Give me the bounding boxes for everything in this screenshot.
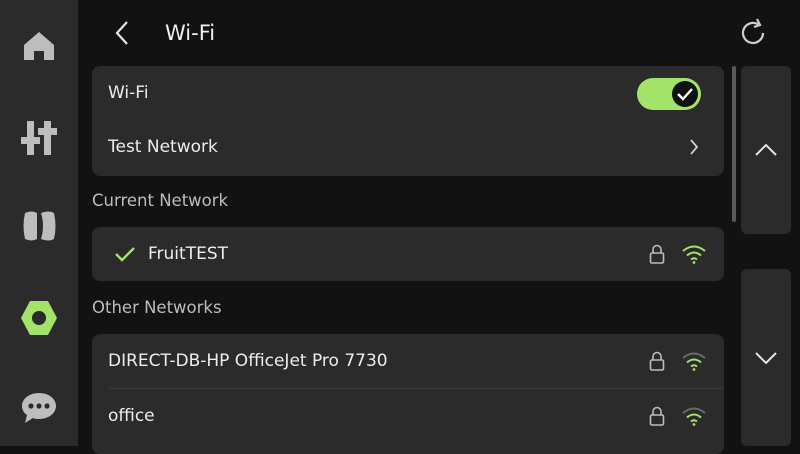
wifi-signal-icon bbox=[682, 352, 706, 371]
chevron-right-icon bbox=[684, 135, 704, 159]
lock-icon bbox=[649, 244, 665, 264]
chevron-up-icon bbox=[755, 143, 777, 156]
network-ssid: office bbox=[108, 406, 155, 426]
wifi-toggle[interactable] bbox=[637, 78, 701, 110]
scroll-up-button[interactable] bbox=[741, 66, 791, 234]
sidebar-item-settings[interactable] bbox=[0, 288, 78, 348]
network-list-item[interactable]: office bbox=[92, 389, 724, 443]
network-ssid: DIRECT-DB-HP OfficeJet Pro 7730 bbox=[108, 351, 388, 371]
other-networks-heading: Other Networks bbox=[92, 298, 222, 317]
toggle-knob bbox=[672, 81, 698, 107]
sidebar-item-controls[interactable] bbox=[0, 108, 78, 168]
checkmark-icon bbox=[677, 88, 693, 101]
chevron-left-icon bbox=[115, 21, 128, 45]
connected-check-icon bbox=[115, 247, 135, 262]
list-scrollbar[interactable] bbox=[732, 66, 736, 222]
sidebar-item-filament[interactable] bbox=[0, 196, 78, 256]
current-network-card: FruitTEST bbox=[92, 227, 724, 281]
network-list-item[interactable]: DIRECT-DB-HP OfficeJet Pro 7730 bbox=[92, 334, 724, 388]
wifi-toggle-row: Wi-Fi bbox=[92, 66, 724, 120]
sidebar bbox=[0, 0, 78, 446]
test-network-label: Test Network bbox=[108, 137, 218, 157]
chevron-down-icon bbox=[755, 351, 777, 364]
wifi-settings-card: Wi-Fi Test Network bbox=[92, 66, 724, 176]
home-icon bbox=[24, 32, 54, 60]
gear-icon bbox=[21, 301, 57, 335]
other-networks-card: DIRECT-DB-HP OfficeJet Pro 7730 office bbox=[92, 334, 724, 454]
current-network-ssid: FruitTEST bbox=[148, 244, 228, 264]
scroll-down-button[interactable] bbox=[741, 269, 791, 446]
wifi-signal-icon bbox=[682, 407, 706, 426]
current-network-heading: Current Network bbox=[92, 191, 229, 210]
test-network-row[interactable]: Test Network bbox=[92, 120, 724, 174]
back-button[interactable] bbox=[106, 14, 138, 52]
lock-icon bbox=[649, 406, 665, 426]
sidebar-item-home[interactable] bbox=[0, 16, 78, 76]
page-title: Wi-Fi bbox=[165, 21, 216, 45]
refresh-icon bbox=[741, 18, 765, 45]
sliders-icon bbox=[21, 121, 57, 155]
current-network-row[interactable]: FruitTEST bbox=[92, 227, 724, 281]
refresh-button[interactable] bbox=[734, 16, 772, 50]
chat-icon bbox=[22, 393, 56, 423]
wifi-toggle-label: Wi-Fi bbox=[108, 83, 149, 103]
wifi-signal-icon bbox=[682, 245, 706, 264]
filament-icon bbox=[23, 211, 56, 241]
sidebar-item-messages[interactable] bbox=[0, 378, 78, 438]
lock-icon bbox=[649, 351, 665, 371]
